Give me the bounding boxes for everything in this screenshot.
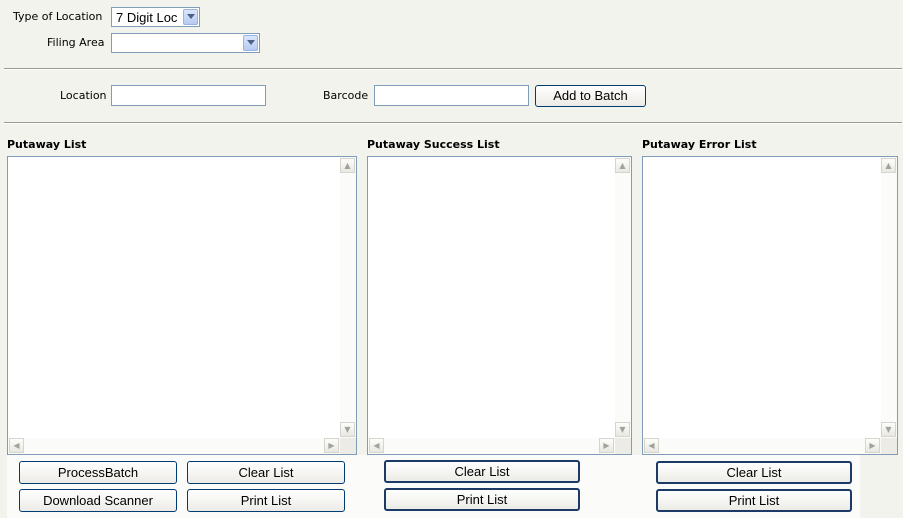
- horizontal-scrollbar[interactable]: ◀ ▶: [8, 438, 340, 454]
- horizontal-scrollbar[interactable]: ◀ ▶: [368, 438, 615, 454]
- arrow-up-icon[interactable]: ▲: [615, 158, 630, 173]
- arrow-down-icon[interactable]: ▼: [881, 422, 896, 437]
- vertical-scrollbar[interactable]: ▲ ▼: [340, 157, 356, 438]
- putaway-list-title: Putaway List: [7, 138, 87, 151]
- scroll-corner: [615, 438, 631, 454]
- arrow-left-icon[interactable]: ◀: [644, 438, 659, 453]
- arrow-down-icon[interactable]: ▼: [615, 422, 630, 437]
- filing-area-select[interactable]: [111, 33, 260, 53]
- vertical-scrollbar[interactable]: ▲ ▼: [615, 157, 631, 438]
- scroll-corner: [340, 438, 356, 454]
- barcode-label: Barcode: [323, 89, 369, 102]
- type-of-location-value: 7 Digit Loc: [116, 10, 178, 25]
- clear-error-list-button[interactable]: Clear List: [656, 461, 852, 484]
- arrow-down-icon[interactable]: ▼: [340, 422, 355, 437]
- download-scanner-button[interactable]: Download Scanner: [19, 489, 177, 512]
- arrow-up-icon[interactable]: ▲: [340, 158, 355, 173]
- vertical-scrollbar[interactable]: ▲ ▼: [881, 157, 897, 438]
- putaway-success-list-title: Putaway Success List: [367, 138, 500, 151]
- location-input[interactable]: [111, 85, 266, 106]
- putaway-listbox[interactable]: ▲ ▼ ◀ ▶: [7, 156, 357, 455]
- putaway-error-listbox[interactable]: ▲ ▼ ◀ ▶: [642, 156, 898, 455]
- add-to-batch-button[interactable]: Add to Batch: [535, 85, 646, 107]
- arrow-left-icon[interactable]: ◀: [369, 438, 384, 453]
- filing-area-label: Filing Area: [47, 36, 105, 49]
- divider: [4, 122, 902, 124]
- putaway-error-list-title: Putaway Error List: [642, 138, 757, 151]
- putaway-success-listbox[interactable]: ▲ ▼ ◀ ▶: [367, 156, 632, 455]
- arrow-right-icon[interactable]: ▶: [865, 438, 880, 453]
- arrow-right-icon[interactable]: ▶: [324, 438, 339, 453]
- clear-putaway-list-button[interactable]: Clear List: [187, 461, 345, 484]
- horizontal-scrollbar[interactable]: ◀ ▶: [643, 438, 881, 454]
- arrow-up-icon[interactable]: ▲: [881, 158, 896, 173]
- print-error-list-button[interactable]: Print List: [656, 489, 852, 512]
- clear-success-list-button[interactable]: Clear List: [384, 460, 580, 483]
- scroll-corner: [881, 438, 897, 454]
- divider: [4, 68, 902, 70]
- barcode-input[interactable]: [374, 85, 529, 106]
- print-putaway-list-button[interactable]: Print List: [187, 489, 345, 512]
- arrow-right-icon[interactable]: ▶: [599, 438, 614, 453]
- chevron-down-icon[interactable]: [183, 9, 198, 25]
- print-success-list-button[interactable]: Print List: [384, 488, 580, 511]
- arrow-left-icon[interactable]: ◀: [9, 438, 24, 453]
- type-of-location-select[interactable]: 7 Digit Loc: [111, 7, 200, 27]
- chevron-down-icon[interactable]: [243, 35, 258, 51]
- location-label: Location: [60, 89, 107, 102]
- type-of-location-label: Type of Location: [13, 10, 103, 23]
- process-batch-button[interactable]: ProcessBatch: [19, 461, 177, 484]
